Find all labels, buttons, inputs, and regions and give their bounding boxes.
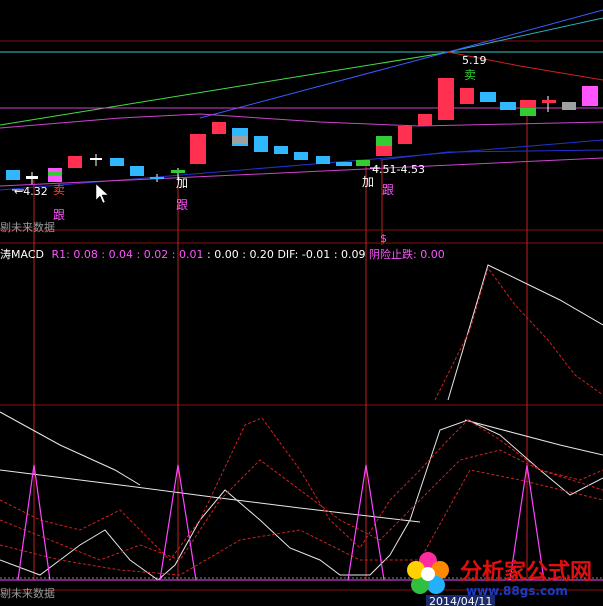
- high-price-label: 5.19: [462, 54, 487, 67]
- indicator-name[interactable]: 涛MACD: [0, 248, 44, 261]
- dif-value-2: 0.09: [341, 248, 366, 261]
- follow-signal-3: 跟: [382, 183, 395, 197]
- white-value-2: 0.20: [249, 248, 274, 261]
- stock-chart-window: ←4.32 5.19 4.51-4.53 卖 跟 加 跟 加 跟 卖 $ 剔未来…: [0, 0, 603, 606]
- stop-label: 阴险止跌:: [369, 248, 417, 261]
- sell-signal-2: 卖: [464, 68, 477, 82]
- flower-icon: [407, 552, 449, 594]
- r1-label: R1:: [51, 248, 70, 261]
- chart-canvas: [0, 9, 603, 591]
- watermark-url: www.88gs.com: [466, 584, 568, 598]
- add-signal-1: 加: [176, 176, 189, 190]
- dif-label: DIF:: [277, 248, 299, 261]
- candles: [6, 78, 598, 184]
- grid-lines: [0, 40, 603, 591]
- low-price-label: ←4.32: [14, 185, 48, 198]
- indicator-header: 涛MACD R1: 0.08 : 0.04 : 0.02 : 0.01 : 0.…: [0, 248, 445, 261]
- separator: :: [207, 248, 211, 261]
- low-price-value: 4.32: [23, 185, 48, 198]
- signal-lines: [33, 115, 528, 580]
- sell-signal-1: 卖: [53, 183, 66, 197]
- add-signal-2: 加: [362, 175, 375, 189]
- r1-value-1: 0.08: [73, 248, 98, 261]
- follow-signal-1: 跟: [53, 208, 66, 222]
- stop-value: 0.00: [420, 248, 445, 261]
- dollar-marker: $: [380, 232, 387, 245]
- follow-signal-2: 跟: [176, 198, 189, 212]
- indicator-line-upper: [447, 264, 603, 401]
- r1-value-2: 0.04: [108, 248, 134, 261]
- trend-lines: [0, 9, 603, 191]
- indicator-dash-upper: [434, 266, 603, 401]
- mouse-cursor-icon: [95, 183, 109, 204]
- r1-value-3: 0.02: [143, 248, 169, 261]
- future-data-label-bottom: 剔未来数据: [0, 587, 55, 600]
- white-value-1: 0.00: [214, 248, 239, 261]
- dif-value-1: -0.01: [301, 248, 331, 261]
- watermark-name: 分析家公式网: [460, 560, 593, 585]
- future-data-label-top: 剔未来数据: [0, 221, 55, 234]
- range-price-label: 4.51-4.53: [372, 163, 425, 176]
- r1-value-4: 0.01: [179, 248, 204, 261]
